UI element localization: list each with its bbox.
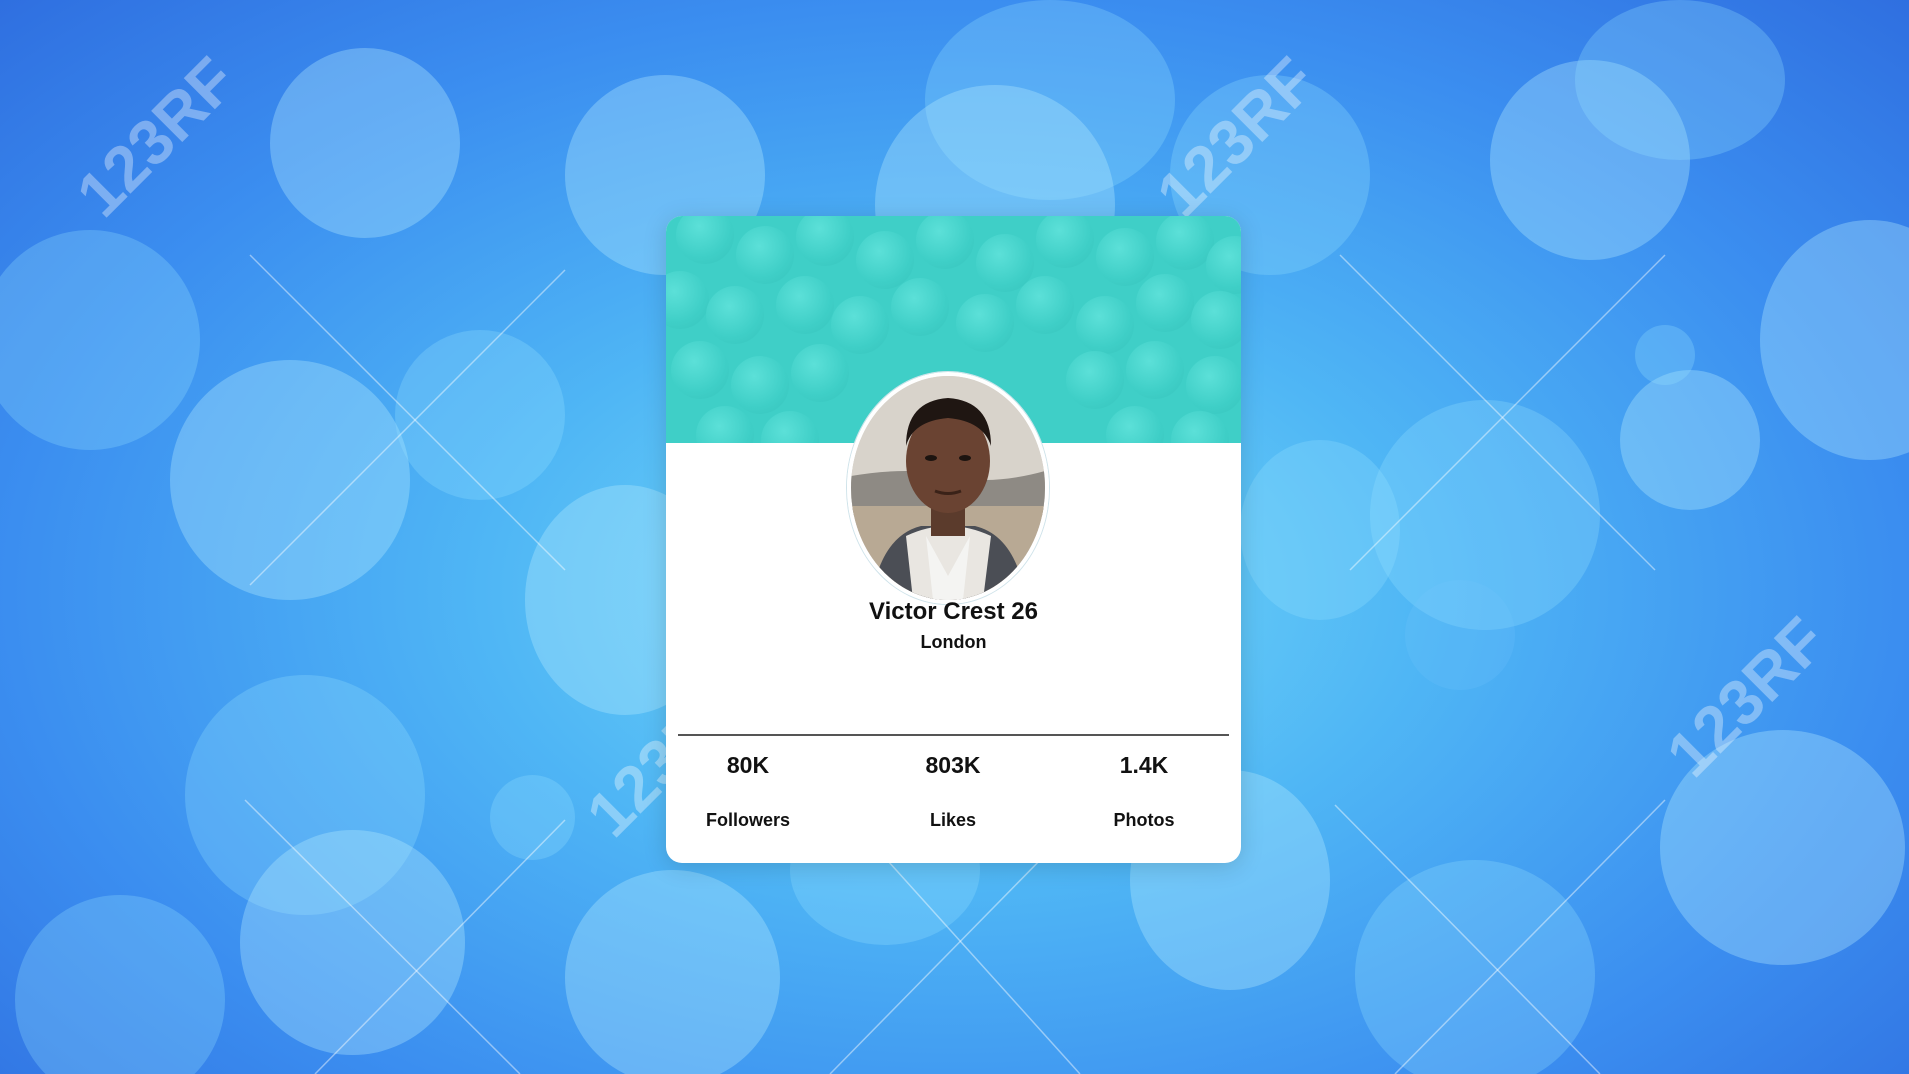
cover-dot xyxy=(671,341,729,399)
cover-dot xyxy=(1191,291,1241,349)
bokeh-circle xyxy=(270,48,460,238)
stat-likes[interactable]: 803K Likes xyxy=(873,736,1033,831)
bokeh-circle xyxy=(1405,580,1515,690)
cover-dot xyxy=(891,278,949,336)
stat-value: 80K xyxy=(726,752,770,778)
cover-dot xyxy=(1136,274,1194,332)
stat-label: Likes xyxy=(929,810,977,830)
cover-dot xyxy=(856,231,914,289)
bokeh-circle xyxy=(1635,325,1695,385)
bokeh-circle xyxy=(0,230,200,450)
bokeh-circle xyxy=(490,775,575,860)
bokeh-circle xyxy=(15,895,225,1074)
cover-dot xyxy=(736,226,794,284)
cover-dot xyxy=(1106,406,1164,443)
stat-value: 1.4K xyxy=(1119,752,1169,778)
bokeh-circle xyxy=(565,870,780,1074)
cover-dot xyxy=(1171,411,1229,443)
cover-dot xyxy=(1126,341,1184,399)
avatar[interactable] xyxy=(847,372,1049,604)
cover-dot xyxy=(1016,276,1074,334)
cover-dot xyxy=(1076,296,1134,354)
cover-dot xyxy=(1096,228,1154,286)
profile-name: Victor Crest 26 xyxy=(869,598,1038,625)
cover-dot xyxy=(666,271,709,329)
cover-dot xyxy=(731,356,789,414)
profile-card: Victor Crest 26 London 80K Followers 803… xyxy=(666,216,1241,863)
cover-dot xyxy=(1186,356,1241,414)
cover-dot xyxy=(706,286,764,344)
cover-dot xyxy=(956,294,1014,352)
bokeh-circle xyxy=(395,330,565,500)
stat-label: Photos xyxy=(1113,810,1175,830)
cover-dot xyxy=(1036,216,1094,268)
stat-value: 803K xyxy=(925,752,981,778)
stat-photos[interactable]: 1.4K Photos xyxy=(1064,736,1224,831)
cover-dot xyxy=(791,344,849,402)
cover-dot xyxy=(1066,351,1124,409)
cover-dot xyxy=(676,216,734,264)
bokeh-circle xyxy=(1575,0,1785,160)
cover-dot xyxy=(796,216,854,266)
bokeh-circle xyxy=(170,360,410,600)
cover-dot xyxy=(831,296,889,354)
watermark-text: 123RF xyxy=(62,43,250,231)
profile-location: London xyxy=(920,632,987,652)
bokeh-circle xyxy=(1620,370,1760,510)
bokeh-circle xyxy=(1355,860,1595,1074)
cover-dot xyxy=(696,406,754,443)
person-photo-icon xyxy=(851,376,1045,600)
cover-dot xyxy=(776,276,834,334)
bokeh-circle xyxy=(1760,220,1909,460)
cover-dot xyxy=(761,411,819,443)
bokeh-circle xyxy=(240,830,465,1055)
cover-dot xyxy=(916,216,974,269)
page-background: 123RF 123RF 123RF 123RF xyxy=(0,0,1909,1074)
bokeh-circle xyxy=(1240,440,1400,620)
stat-label: Followers xyxy=(705,810,790,830)
stats-row: 80K Followers 803K Likes 1.4K Photos xyxy=(666,736,1241,846)
stat-followers[interactable]: 80K Followers xyxy=(668,736,828,831)
